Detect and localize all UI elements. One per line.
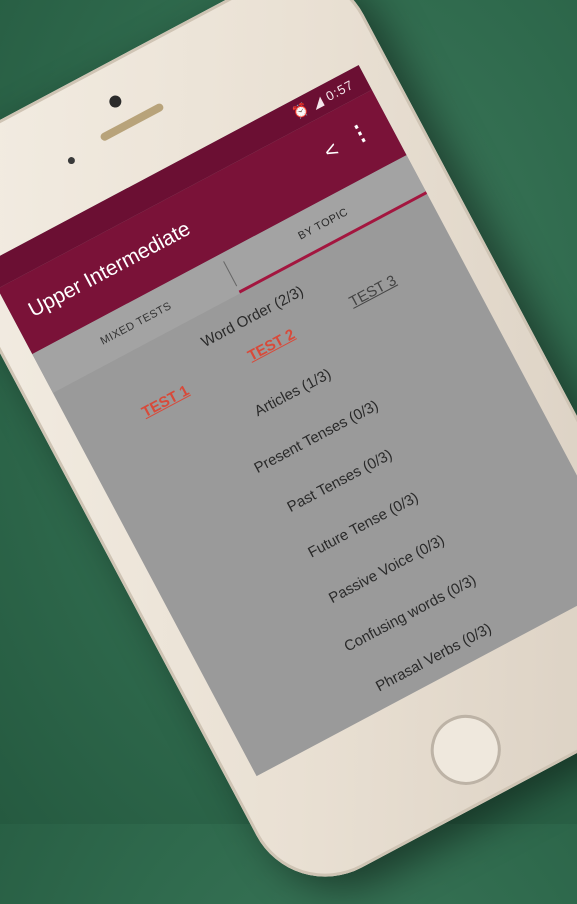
earpiece-speaker	[99, 102, 165, 143]
test-3-link[interactable]: TEST 3	[347, 272, 400, 311]
test-2-link[interactable]: TEST 2	[245, 326, 298, 365]
phone-body: ⏰ ◢ 0:57 Upper Intermediate < ⋮ MIXED TE…	[0, 0, 577, 904]
topic-passive-voice[interactable]: Passive Voice (0/3)	[196, 462, 577, 676]
phone-photo: ⏰ ◢ 0:57 Upper Intermediate < ⋮ MIXED TE…	[0, 0, 577, 904]
more-vert-icon[interactable]: ⋮	[344, 117, 376, 150]
alarm-icon: ⏰	[290, 100, 313, 122]
topic-past-tenses[interactable]: Past Tenses (0/3)	[149, 374, 531, 588]
front-camera-icon	[107, 93, 124, 110]
home-button[interactable]	[418, 702, 514, 798]
proximity-sensor	[66, 155, 77, 166]
share-icon[interactable]: <	[320, 136, 344, 165]
phone-screen: ⏰ ◢ 0:57 Upper Intermediate < ⋮ MIXED TE…	[0, 65, 577, 777]
signal-icon: ◢	[309, 92, 327, 112]
topic-phrasal-verbs[interactable]: Phrasal Verbs (0/3)	[243, 551, 577, 765]
topic-future-tense[interactable]: Future Tense (0/3)	[172, 418, 554, 632]
test-1-link[interactable]: TEST 1	[139, 382, 192, 421]
